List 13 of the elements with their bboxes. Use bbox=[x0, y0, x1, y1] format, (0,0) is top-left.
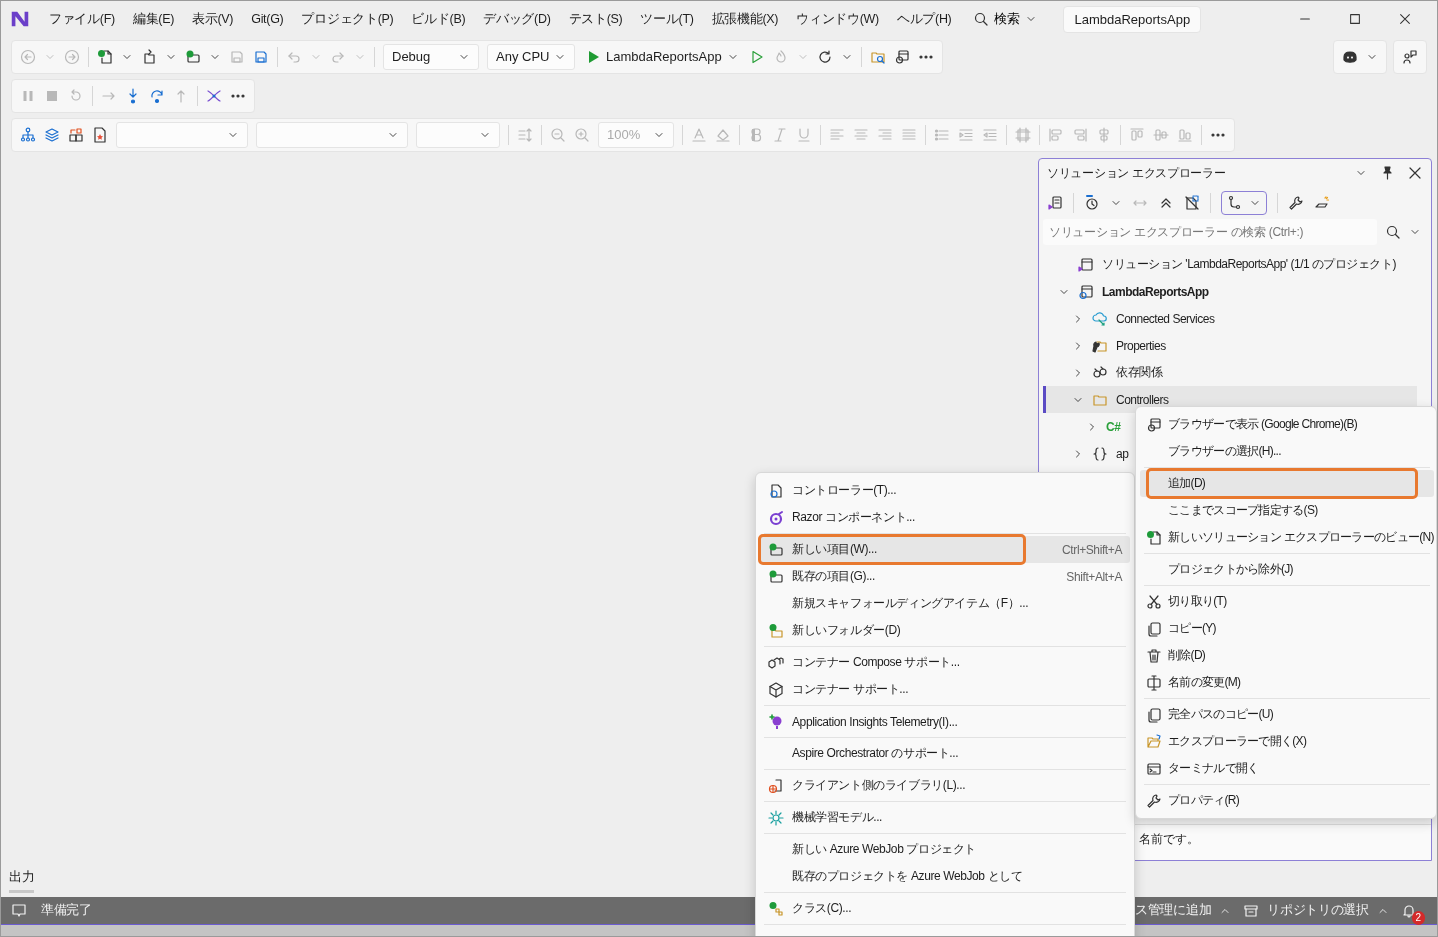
tree-item-label: LambdaReportsApp bbox=[1102, 284, 1209, 299]
tree-item-label: Controllers bbox=[1116, 392, 1169, 407]
tree-item-label: 依存関係 bbox=[1116, 364, 1162, 381]
csharp-file-icon: C# bbox=[1106, 419, 1121, 434]
tree-item-label: Connected Services bbox=[1116, 311, 1215, 326]
tree-item-label: ソリューション 'LambdaReportsApp' (1/1 のプロジェクト) bbox=[1102, 256, 1396, 273]
description-text: 名前です。 bbox=[1139, 832, 1199, 846]
tree-item-label: ap bbox=[1116, 446, 1129, 461]
panel-title: ソリューション エクスプローラー bbox=[1047, 164, 1226, 182]
window-title: LambdaReportsApp bbox=[1063, 5, 1202, 33]
notification-badge: 2 bbox=[1411, 910, 1425, 925]
tree-item-label: Properties bbox=[1116, 338, 1166, 353]
status-message: 準備完了 bbox=[41, 902, 92, 919]
